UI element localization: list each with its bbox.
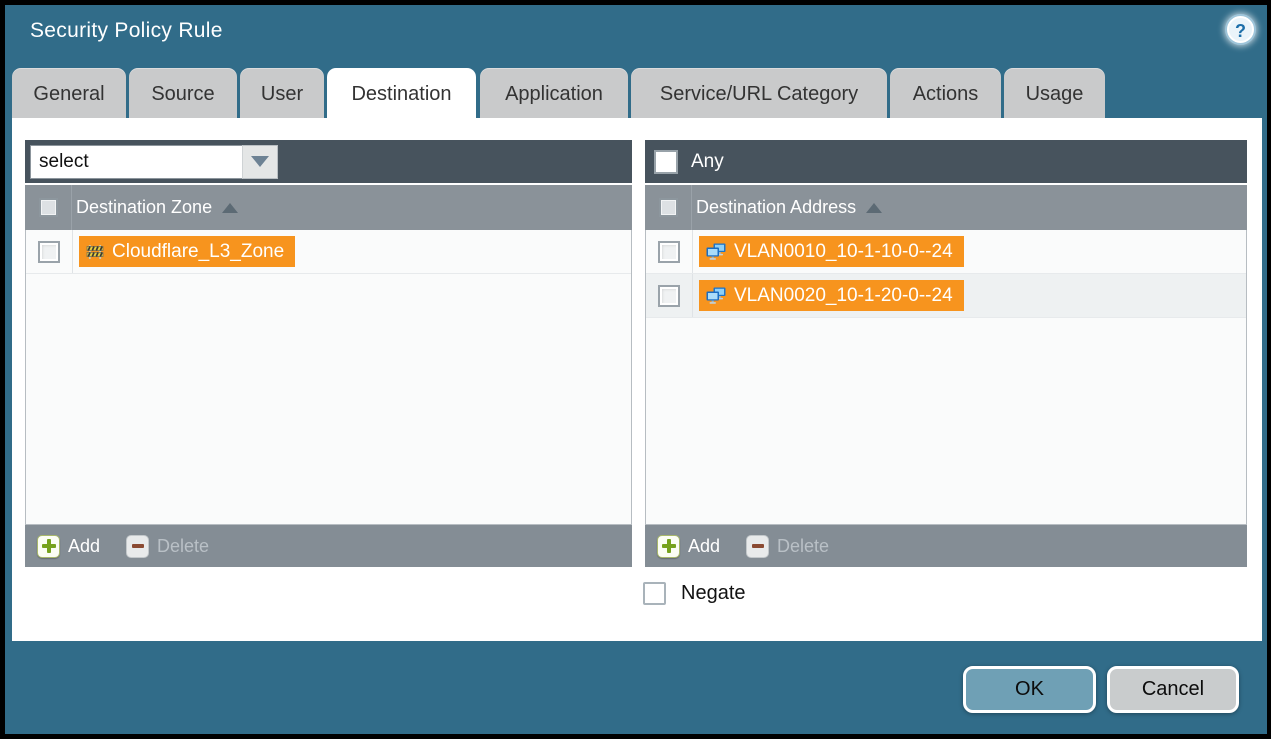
address-chip[interactable]: VLAN0020_10-1-20-0--24 [699, 280, 964, 311]
add-zone-button[interactable]: Add [37, 535, 100, 558]
dialog-title: Security Policy Rule [30, 19, 223, 43]
sort-ascending-icon [866, 203, 882, 213]
address-list: VLAN0010_10-1-10-0--24 [645, 230, 1247, 525]
tab-actions[interactable]: Actions [890, 68, 1001, 118]
address-row-checkbox[interactable] [658, 285, 680, 307]
security-policy-rule-dialog: Security Policy Rule ? General Source Us… [0, 0, 1271, 739]
tab-user[interactable]: User [240, 68, 324, 118]
address-row: VLAN0020_10-1-20-0--24 [646, 274, 1246, 318]
help-icon[interactable]: ? [1227, 16, 1254, 43]
network-address-icon [706, 243, 726, 261]
address-panel-topbar: Any [645, 140, 1247, 183]
zone-filter-input[interactable] [30, 145, 242, 179]
address-chip-label: VLAN0020_10-1-20-0--24 [734, 285, 953, 307]
any-address-checkbox[interactable] [654, 150, 678, 174]
tab-destination[interactable]: Destination [327, 68, 476, 120]
tab-usage[interactable]: Usage [1004, 68, 1105, 118]
sort-ascending-icon [222, 203, 238, 213]
address-chip[interactable]: VLAN0010_10-1-10-0--24 [699, 236, 964, 267]
tab-service-url-category[interactable]: Service/URL Category [631, 68, 887, 118]
zone-list: Cloudflare_L3_Zone [25, 230, 632, 525]
network-address-icon [706, 287, 726, 305]
zone-panel-topbar [25, 140, 632, 183]
add-icon [657, 535, 680, 558]
zone-chip[interactable]: Cloudflare_L3_Zone [79, 236, 295, 267]
delete-zone-button[interactable]: Delete [126, 535, 209, 558]
tab-application[interactable]: Application [480, 68, 628, 118]
zone-column-header-label[interactable]: Destination Zone [76, 197, 212, 218]
zone-filter-combobox [30, 145, 278, 179]
zone-panel-footer: Add Delete [25, 525, 632, 567]
zone-row-checkbox[interactable] [38, 241, 60, 263]
negate-checkbox[interactable] [643, 582, 666, 605]
tab-source[interactable]: Source [129, 68, 237, 118]
address-select-all-checkbox[interactable] [659, 198, 678, 217]
zone-row: Cloudflare_L3_Zone [26, 230, 631, 274]
destination-address-panel: Any Destination Address [645, 140, 1247, 567]
address-column-header: Destination Address [645, 185, 1247, 230]
zone-chip-label: Cloudflare_L3_Zone [112, 241, 284, 263]
zone-icon [86, 244, 104, 259]
delete-icon [126, 535, 149, 558]
ok-button[interactable]: OK [963, 666, 1096, 713]
add-address-button[interactable]: Add [657, 535, 720, 558]
negate-option: Negate [643, 582, 746, 605]
cancel-button[interactable]: Cancel [1107, 666, 1239, 713]
delete-address-button[interactable]: Delete [746, 535, 829, 558]
zone-select-all-checkbox[interactable] [39, 198, 58, 217]
zone-column-header: Destination Zone [25, 185, 632, 230]
address-panel-footer: Add Delete [645, 525, 1247, 567]
address-row: VLAN0010_10-1-10-0--24 [646, 230, 1246, 274]
negate-label: Negate [681, 582, 746, 605]
destination-zone-panel: Destination Zone Cloudflare_ [25, 140, 632, 567]
add-icon [37, 535, 60, 558]
address-column-header-label[interactable]: Destination Address [696, 197, 856, 218]
tab-general[interactable]: General [12, 68, 126, 118]
zone-filter-dropdown-button[interactable] [242, 145, 278, 179]
any-address-label: Any [691, 151, 724, 173]
chevron-down-icon [251, 156, 269, 167]
delete-icon [746, 535, 769, 558]
address-row-checkbox[interactable] [658, 241, 680, 263]
address-chip-label: VLAN0010_10-1-10-0--24 [734, 241, 953, 263]
